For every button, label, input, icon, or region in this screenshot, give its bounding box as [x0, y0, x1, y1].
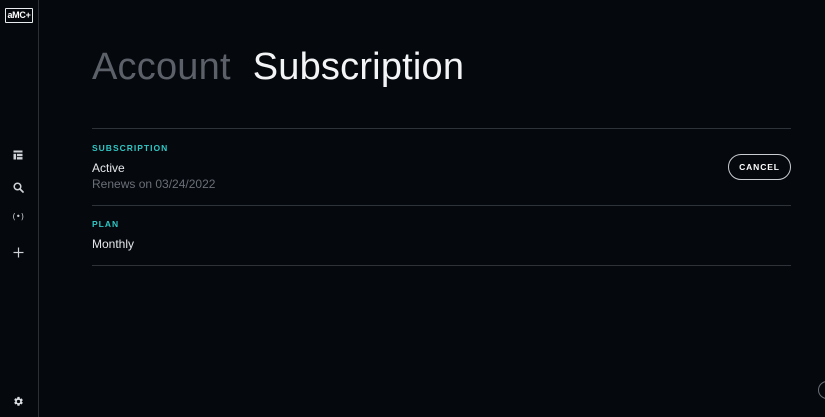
divider: [92, 128, 791, 129]
corner-circle-button[interactable]: [818, 381, 825, 399]
search-icon[interactable]: [11, 180, 25, 194]
plan-section-label: PLAN: [92, 219, 120, 229]
divider: [92, 265, 791, 266]
subscription-status: Active: [92, 161, 125, 175]
live-icon[interactable]: (•): [11, 210, 25, 224]
renewal-date: Renews on 03/24/2022: [92, 177, 216, 191]
settings-icon[interactable]: [11, 394, 25, 408]
live-icon-glyph: (•): [11, 212, 25, 221]
tab-subscription[interactable]: Subscription: [253, 44, 465, 90]
app-window: aMC+ (•) Account Subscription SUBSCRIPTI…: [0, 0, 825, 417]
tab-account[interactable]: Account: [92, 44, 231, 90]
amc-plus-logo[interactable]: aMC+: [5, 8, 33, 23]
plan-value: Monthly: [92, 237, 135, 251]
add-icon[interactable]: [11, 245, 25, 259]
subscription-section-label: SUBSCRIPTION: [92, 143, 169, 153]
sidebar: aMC+ (•): [0, 0, 39, 417]
page-tabs: Account Subscription: [92, 44, 464, 90]
guide-icon[interactable]: [11, 148, 25, 162]
cancel-button[interactable]: CANCEL: [728, 154, 791, 180]
divider: [92, 205, 791, 206]
